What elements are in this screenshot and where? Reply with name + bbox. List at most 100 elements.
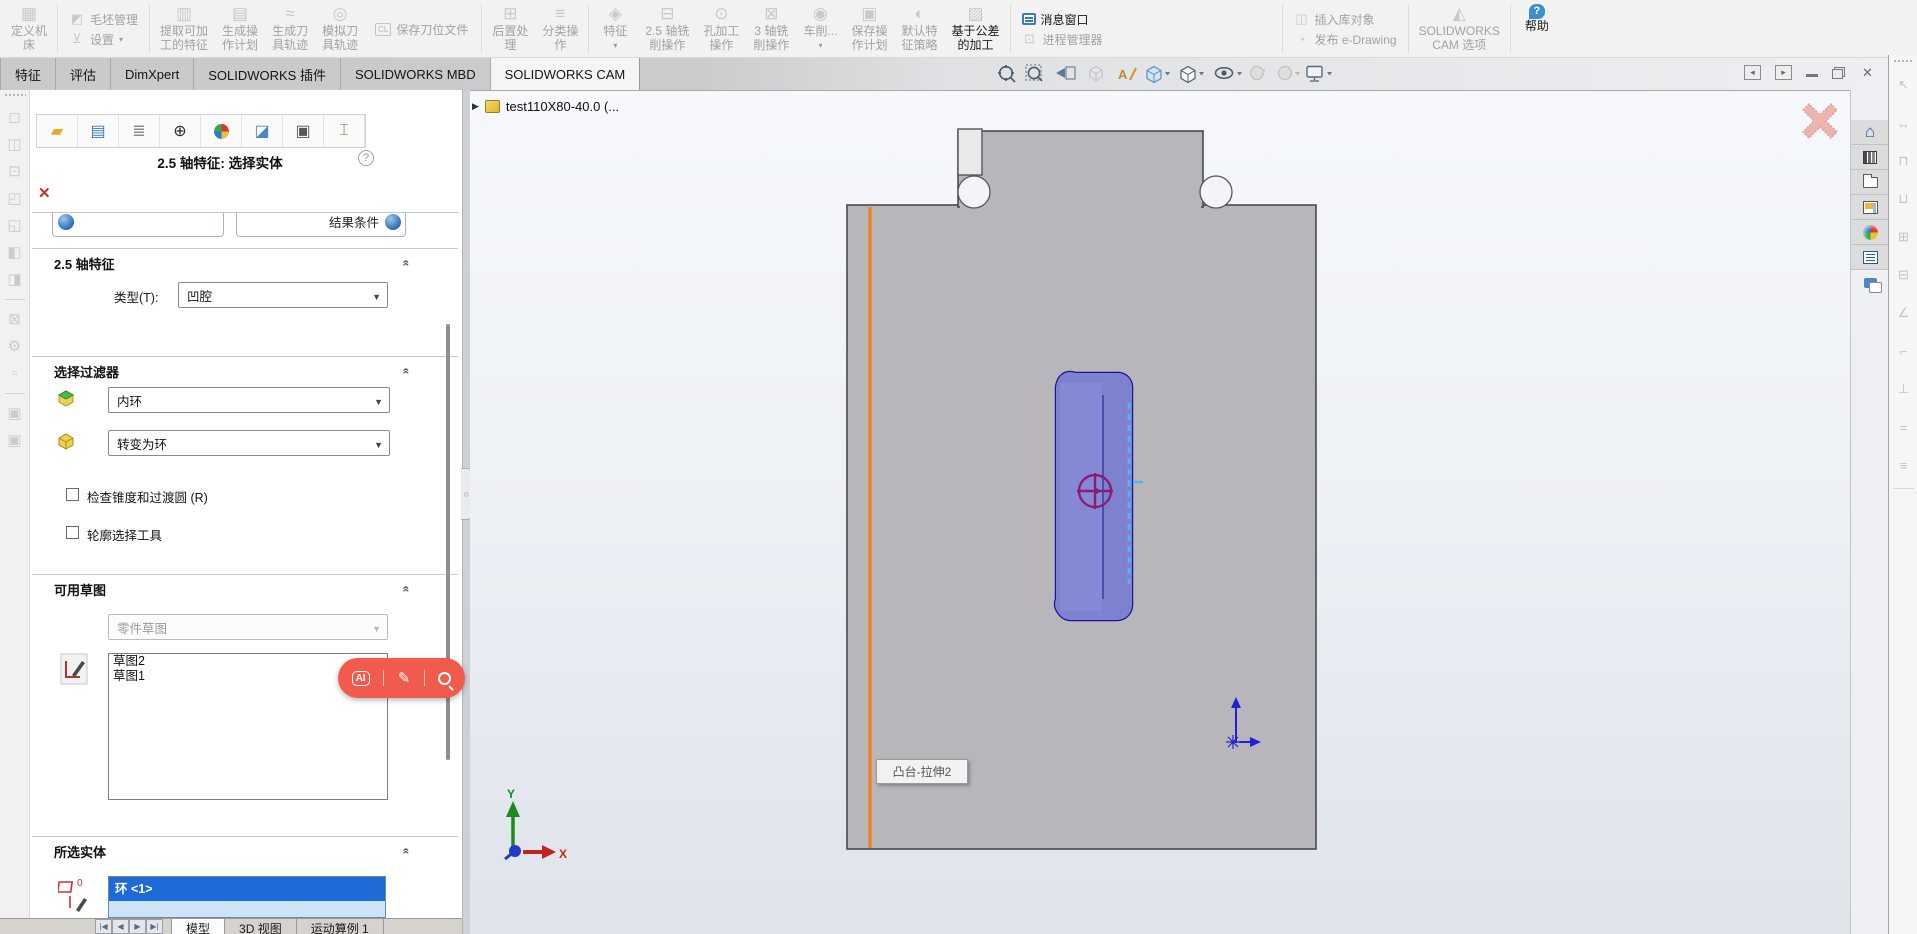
view-orientation-icon[interactable] bbox=[1146, 65, 1170, 84]
forum-icon[interactable] bbox=[1851, 270, 1889, 295]
view-tool-icon-0[interactable]: ◻ bbox=[8, 104, 20, 131]
view-tool-icon-4[interactable]: ◱ bbox=[7, 212, 21, 239]
collapse-chevron-icon[interactable]: « bbox=[400, 260, 414, 267]
tab-motion-study[interactable]: 运动算例 1 bbox=[297, 919, 384, 934]
default-feature-strategy-button[interactable]: ◐ 默认特 征策略 bbox=[894, 2, 944, 56]
expand-arrow-icon[interactable]: ▶ bbox=[472, 101, 479, 112]
dimxpert-manager-tab[interactable]: ⊕ bbox=[160, 115, 201, 147]
restore-button[interactable] bbox=[1832, 66, 1845, 79]
sort-operations-button[interactable]: ≡ 分类操作 bbox=[535, 2, 585, 56]
graphics-viewport[interactable]: Y X ▶ test110X80-40.0 (... 凸台-拉伸2 bbox=[470, 90, 1850, 934]
dimension-tool-icon-9[interactable]: = bbox=[1889, 408, 1917, 446]
feature-button[interactable]: ◈ 特征 ▾ bbox=[592, 2, 638, 56]
close-button[interactable]: ✕ bbox=[1859, 65, 1876, 80]
feature-tree-flyout[interactable]: ▶ test110X80-40.0 (... bbox=[472, 99, 619, 114]
check-taper-fillet-checkbox[interactable] bbox=[66, 488, 79, 501]
turning-button[interactable]: ◉ 车削... ▾ bbox=[796, 2, 844, 56]
feature-type-select[interactable]: 凹腔 ▼ bbox=[178, 282, 388, 308]
appearances-icon[interactable] bbox=[1851, 220, 1889, 245]
setup-button[interactable]: ⊻ 设置 ▾ bbox=[69, 31, 138, 48]
stock-manager-button[interactable]: ◩ 毛坯管理 bbox=[69, 11, 138, 28]
zoom-area-icon[interactable] bbox=[1025, 64, 1043, 82]
cam-tools-tab[interactable]: ⌶ bbox=[324, 115, 365, 147]
display-manager-tab[interactable] bbox=[201, 115, 242, 147]
post-process-button[interactable]: ⊞ 后置处理 bbox=[485, 2, 535, 56]
list-row[interactable] bbox=[109, 901, 385, 917]
home-icon[interactable]: ⌂ bbox=[1851, 120, 1889, 145]
toolbar-drag-handle[interactable] bbox=[1893, 59, 1913, 64]
save-cl-file-button[interactable]: CL 保存刀位文件 bbox=[365, 2, 478, 56]
selected-entities-listbox[interactable]: 环 <1> bbox=[108, 876, 386, 918]
filter1-select[interactable]: 内环 ▼ bbox=[108, 387, 390, 413]
dimension-tool-icon-7[interactable]: ⌐ bbox=[1889, 332, 1917, 370]
insert-library-object-button[interactable]: ◫ 插入库对象 bbox=[1294, 11, 1397, 28]
file-explorer-icon[interactable] bbox=[1851, 170, 1889, 195]
tab-solidworks-addins[interactable]: SOLIDWORKS 插件 bbox=[194, 58, 341, 90]
mill-25axis-operation-button[interactable]: ⊟ 2.5 轴铣 削操作 bbox=[638, 2, 696, 56]
motion-vcr-button-0[interactable]: |◀ bbox=[95, 919, 112, 934]
dimension-tool-icon-3[interactable]: ⊔ bbox=[1889, 180, 1917, 218]
tab-model[interactable]: 模型 bbox=[171, 919, 226, 934]
previous-view-icon[interactable] bbox=[1056, 66, 1076, 80]
collapse-chevron-icon[interactable]: « bbox=[400, 848, 414, 855]
apply-scene-icon[interactable] bbox=[1277, 65, 1301, 81]
slot-feature[interactable] bbox=[1053, 370, 1134, 622]
search-icon[interactable] bbox=[438, 671, 452, 685]
collapse-chevron-icon[interactable]: « bbox=[400, 586, 414, 593]
zoom-fit-icon[interactable] bbox=[998, 65, 1016, 83]
annotation-icon[interactable]: A bbox=[1118, 67, 1137, 82]
motion-vcr-button-1[interactable]: ◀ bbox=[112, 919, 129, 934]
dimension-tool-icon-10[interactable]: ≡ bbox=[1889, 446, 1917, 484]
minimize-button[interactable] bbox=[1806, 74, 1818, 77]
view-tool-icon-3[interactable]: ◰ bbox=[7, 185, 21, 212]
collapse-chevron-icon[interactable]: « bbox=[400, 368, 414, 375]
dimension-tool-icon-4[interactable]: ⊞ bbox=[1889, 218, 1917, 256]
help-icon[interactable]: ? bbox=[358, 150, 374, 166]
part-name-label[interactable]: test110X80-40.0 (... bbox=[506, 99, 619, 114]
selected-entity-row[interactable]: 环 <1> bbox=[109, 877, 385, 901]
section-25axis-feature[interactable]: 2.5 轴特征 « bbox=[32, 248, 458, 273]
part-step[interactable] bbox=[957, 130, 1204, 208]
cam-operation-tree-tab[interactable]: ▣ bbox=[283, 115, 324, 147]
refresh-icon[interactable] bbox=[385, 214, 401, 230]
part-tab[interactable] bbox=[957, 128, 983, 176]
generate-toolpath-button[interactable]: ≈ 生成刀 具轨迹 bbox=[265, 2, 315, 56]
section-selected-entities[interactable]: 所选实体 « bbox=[32, 836, 458, 861]
sketch-source-select[interactable]: 零件草图 ▼ bbox=[108, 614, 388, 640]
refresh-icon[interactable] bbox=[58, 214, 74, 230]
tolerance-based-machining-button[interactable]: ▨ 基于公差 的加工 bbox=[944, 2, 1006, 56]
hide-show-items-icon[interactable] bbox=[1214, 67, 1243, 79]
publish-edrawing-button[interactable]: ◔ 发布 e-Drawing bbox=[1294, 31, 1397, 48]
edit-appearance-icon[interactable] bbox=[1249, 65, 1266, 81]
extract-machinable-features-button[interactable]: ▥ 提取可加 工的特征 bbox=[153, 2, 215, 56]
section-available-sketches[interactable]: 可用草图 « bbox=[32, 574, 458, 599]
view-palette-icon[interactable] bbox=[1851, 195, 1889, 220]
solidworks-cam-options-button[interactable]: ◭ SOLIDWORKS CAM 选项 bbox=[1412, 2, 1507, 56]
tab-solidworks-cam[interactable]: SOLIDWORKS CAM bbox=[490, 58, 641, 90]
save-operation-plan-button[interactable]: ▣ 保存操 作计划 bbox=[844, 2, 894, 56]
dimension-tool-icon-5[interactable]: ⊟ bbox=[1889, 256, 1917, 294]
view-tool-icon-10[interactable]: ▫ bbox=[12, 360, 17, 387]
tab-evaluate[interactable]: 评估 bbox=[56, 58, 112, 90]
dimension-tool-icon-1[interactable]: ↔ bbox=[1889, 104, 1917, 142]
contour-select-tool-checkbox[interactable] bbox=[66, 526, 79, 539]
next-pane-button[interactable]: ▸ bbox=[1775, 65, 1792, 80]
view-settings-icon[interactable] bbox=[1306, 65, 1332, 82]
view-tool-icon-9[interactable]: ⚙ bbox=[8, 333, 21, 360]
define-machine-button[interactable]: ▦ 定义机床 bbox=[4, 2, 54, 56]
dimension-tool-icon-0[interactable]: ↖ bbox=[1889, 66, 1917, 104]
generate-operation-plan-button[interactable]: ▤ 生成操 作计划 bbox=[215, 2, 265, 56]
help-button[interactable]: ? 帮助 bbox=[1514, 2, 1560, 56]
filter2-select[interactable]: 转变为环 ▼ bbox=[108, 430, 390, 456]
feature-manager-tab[interactable]: ▰ bbox=[37, 115, 78, 147]
process-manager-button[interactable]: ⊡ 进程管理器 bbox=[1022, 31, 1102, 48]
view-tool-icon-5[interactable]: ◧ bbox=[7, 239, 21, 266]
view-tool-icon-6[interactable]: ◨ bbox=[7, 266, 21, 293]
view-tool-icon-12[interactable]: ▣ bbox=[7, 400, 21, 427]
view-tool-icon-13[interactable]: ▣ bbox=[7, 427, 21, 454]
ai-chat-icon[interactable]: AI bbox=[351, 670, 370, 686]
hole-operation-button[interactable]: ⊙ 孔加工 操作 bbox=[696, 2, 746, 56]
property-manager-tab[interactable]: ▤ bbox=[78, 115, 119, 147]
motion-vcr-button-2[interactable]: ▶ bbox=[129, 919, 146, 934]
tab-dimxpert[interactable]: DimXpert bbox=[111, 58, 195, 90]
